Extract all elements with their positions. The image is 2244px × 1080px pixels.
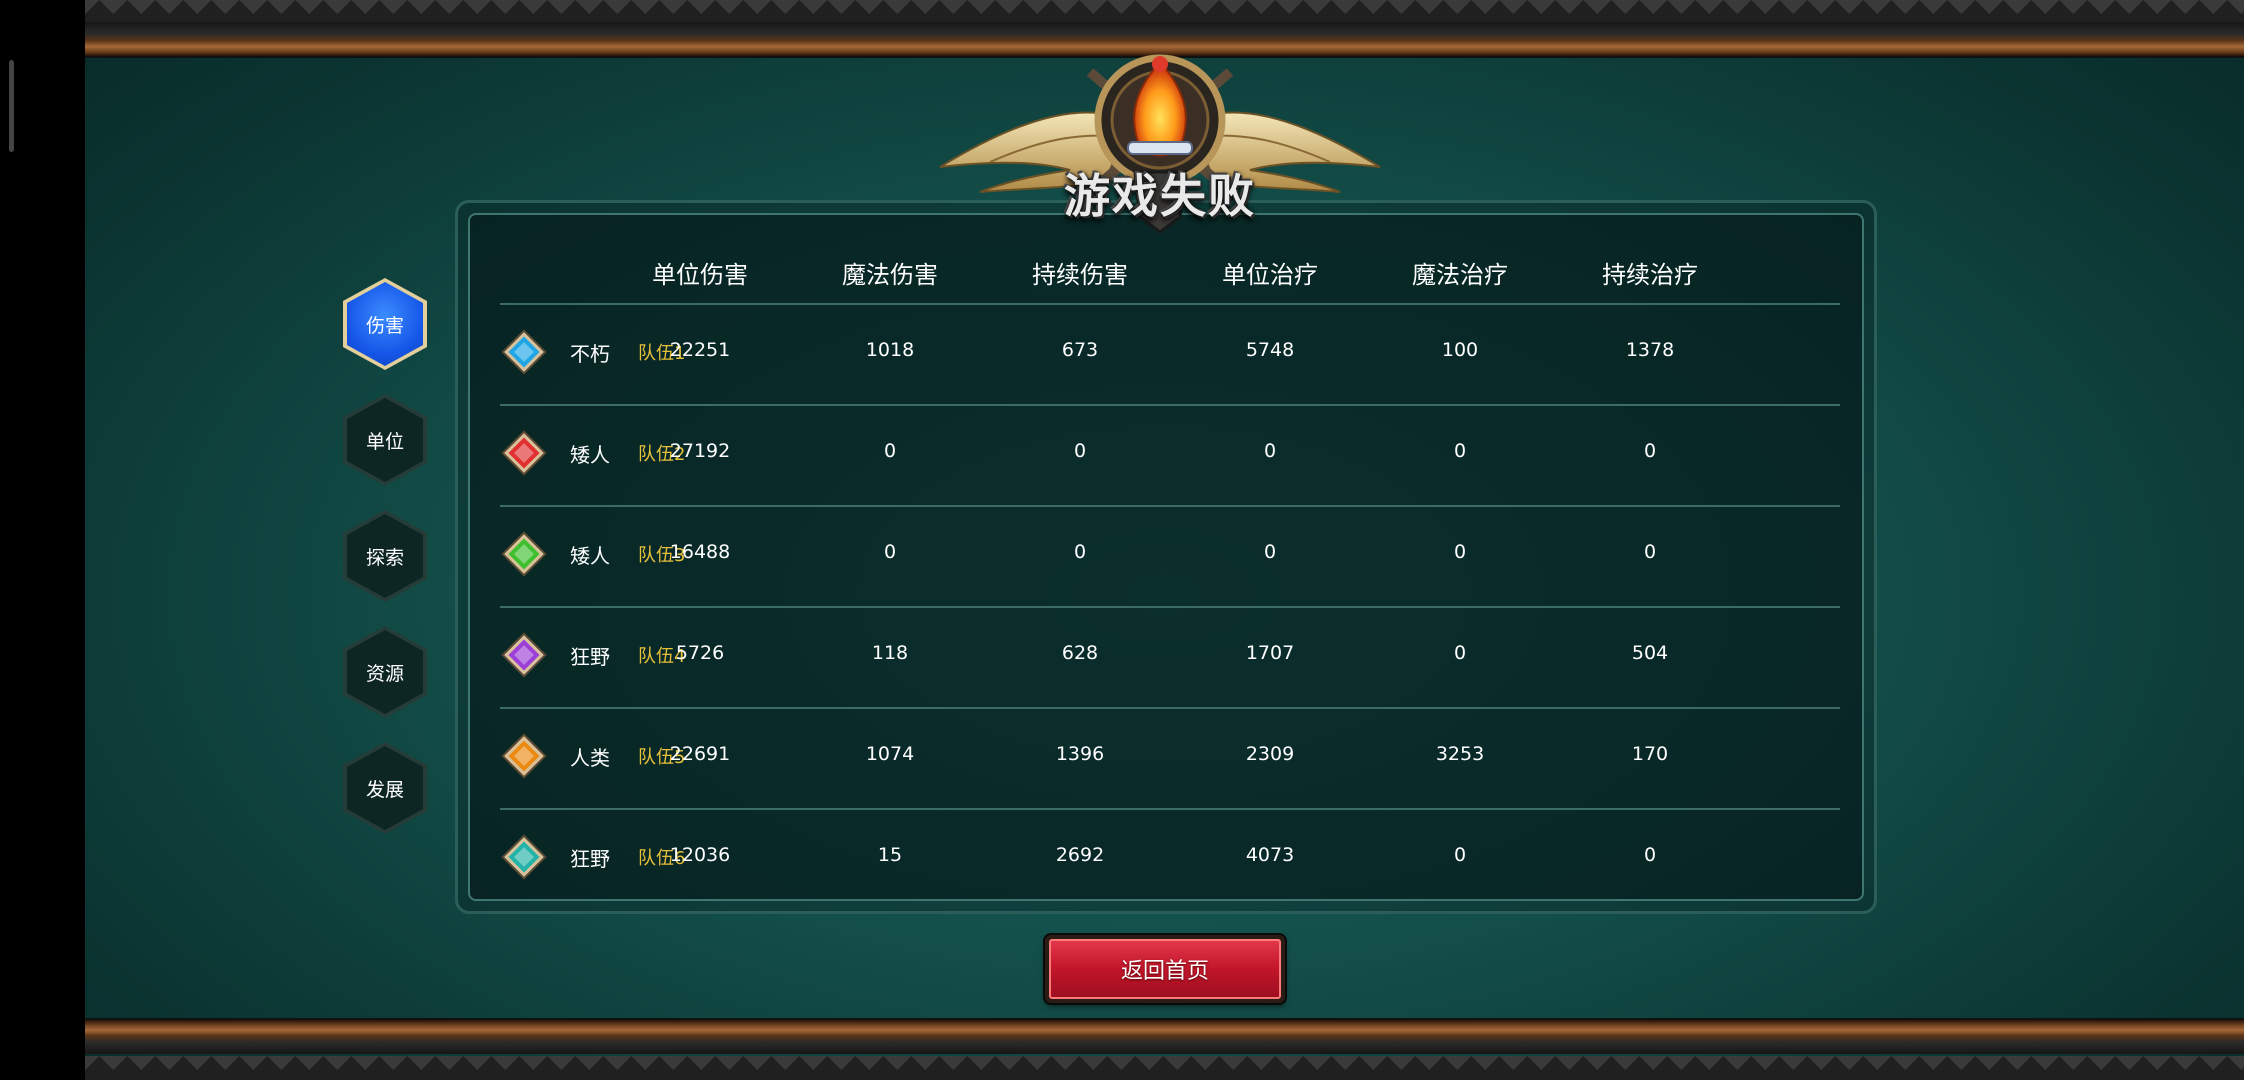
stat-cell: 673: [1061, 339, 1099, 361]
game-screen: 单位伤害 魔法伤害 持续伤害 单位治疗 魔法治疗 持续治疗 不朽 队伍1 22251 1018 6…: [85, 0, 2244, 1080]
stat-cell: 1707: [1245, 642, 1295, 664]
stat-cell: 170: [1631, 743, 1669, 765]
stat-cell: 0: [1453, 844, 1467, 866]
stat-cell: 12036: [669, 844, 731, 866]
stat-cell: 0: [1073, 541, 1087, 563]
defeat-title: 游戏失败: [1064, 169, 1256, 223]
stat-cell: 628: [1061, 642, 1099, 664]
tab-label: 资源: [347, 630, 423, 714]
stat-cell: 0: [883, 440, 897, 462]
stat-cell: 5726: [675, 642, 725, 664]
stat-cell: 504: [1631, 642, 1669, 664]
stat-cell: 118: [871, 642, 909, 664]
column-header: 持续治疗: [1602, 261, 1698, 289]
stat-cell: 1396: [1055, 743, 1105, 765]
race-name: 不朽: [570, 342, 610, 366]
top-border-pattern: [85, 0, 2244, 22]
stat-cell: 0: [1263, 440, 1277, 462]
return-home-label: 返回首页: [1049, 939, 1281, 999]
stat-cell: 4073: [1245, 844, 1295, 866]
tab-label: 伤害: [347, 282, 423, 366]
stat-cell: 2309: [1245, 743, 1295, 765]
stat-cell: 16488: [669, 541, 731, 563]
stats-panel: 单位伤害 魔法伤害 持续伤害 单位治疗 魔法治疗 持续治疗 不朽 队伍1 22251 1018 6…: [455, 200, 1877, 914]
tab-label: 探索: [347, 514, 423, 598]
stat-cell: 2692: [1055, 844, 1105, 866]
tab-unit[interactable]: 单位: [343, 394, 427, 486]
stat-cell: 22691: [669, 743, 731, 765]
stat-cell: 0: [1643, 844, 1657, 866]
stat-cell: 0: [1643, 541, 1657, 563]
system-edge-bar: [0, 0, 85, 1080]
column-header: 持续伤害: [1032, 261, 1128, 289]
bottom-border-pattern: [85, 1056, 2244, 1080]
column-header: 魔法治疗: [1412, 261, 1508, 289]
stat-cell: 15: [877, 844, 903, 866]
race-name: 矮人: [570, 443, 610, 467]
table-row: 狂野 队伍4 5726 118 628 1707 0 504: [470, 608, 1862, 709]
stat-cell: 1378: [1625, 339, 1675, 361]
stat-cell: 1018: [865, 339, 915, 361]
stat-cell: 0: [883, 541, 897, 563]
column-header: 单位伤害: [652, 261, 748, 289]
race-name: 狂野: [570, 847, 610, 871]
stat-cell: 0: [1453, 642, 1467, 664]
race-gem-icon: [504, 736, 544, 776]
race-name: 人类: [570, 746, 610, 770]
race-gem-icon: [504, 332, 544, 372]
tab-damage[interactable]: 伤害: [343, 278, 427, 370]
stat-cell: 22251: [669, 339, 731, 361]
column-header: 魔法伤害: [842, 261, 938, 289]
tab-explore[interactable]: 探索: [343, 510, 427, 602]
table-row: 狂野 队伍6 12036 15 2692 4073 0 0: [470, 810, 1862, 911]
race-gem-icon: [504, 534, 544, 574]
race-name: 矮人: [570, 544, 610, 568]
table-row: 人类 队伍5 22691 1074 1396 2309 3253 170: [470, 709, 1862, 810]
table-row: 矮人 队伍2 27192 0 0 0 0 0: [470, 406, 1862, 507]
stat-cell: 3253: [1435, 743, 1485, 765]
column-header: 单位治疗: [1222, 261, 1318, 289]
tab-label: 发展: [347, 746, 423, 830]
stat-cell: 0: [1643, 440, 1657, 462]
table-row: 不朽 队伍1 22251 1018 673 5748 100 1378: [470, 305, 1862, 406]
stat-cell: 0: [1453, 541, 1467, 563]
side-handle[interactable]: [9, 60, 14, 152]
stat-cell: 0: [1073, 440, 1087, 462]
return-home-button[interactable]: 返回首页: [1045, 935, 1285, 1003]
tab-resource[interactable]: 资源: [343, 626, 427, 718]
stat-cell: 5748: [1245, 339, 1295, 361]
race-name: 狂野: [570, 645, 610, 669]
table-row: 矮人 队伍3 16488 0 0 0 0 0: [470, 507, 1862, 608]
stat-cell: 1074: [865, 743, 915, 765]
bottom-wood-trim: [85, 1018, 2244, 1054]
tab-label: 单位: [347, 398, 423, 482]
stats-table: 单位伤害 魔法伤害 持续伤害 单位治疗 魔法治疗 持续治疗 不朽 队伍1 22251 1018 6…: [468, 213, 1864, 901]
race-gem-icon: [504, 433, 544, 473]
race-gem-icon: [504, 635, 544, 675]
race-gem-icon: [504, 837, 544, 877]
stat-cell: 27192: [669, 440, 731, 462]
stat-cell: 0: [1453, 440, 1467, 462]
stat-cell: 0: [1263, 541, 1277, 563]
tab-develop[interactable]: 发展: [343, 742, 427, 834]
stat-cell: 100: [1441, 339, 1479, 361]
defeat-emblem: 游戏失败: [920, 42, 1400, 242]
